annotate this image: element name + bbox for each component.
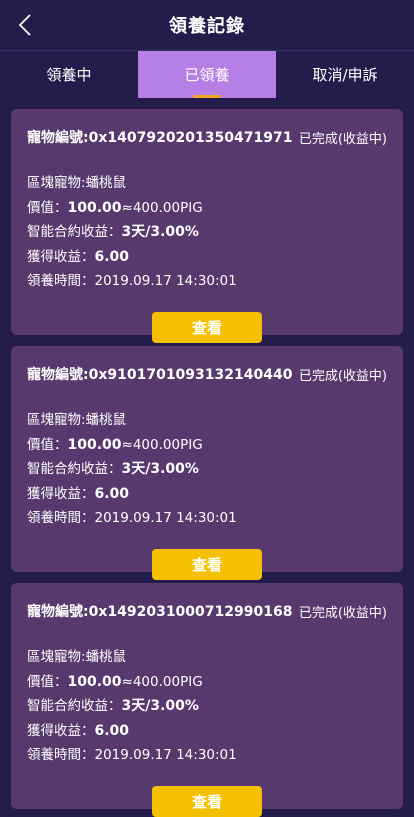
earnings-label: 獲得收益： bbox=[27, 248, 95, 265]
contract-value: 3天/3.00% bbox=[121, 698, 199, 714]
contract-row: 智能合約收益：3天/3.00% bbox=[27, 457, 387, 482]
earnings-value: 6.00 bbox=[94, 722, 130, 739]
view-button[interactable]: 查看 bbox=[152, 785, 262, 817]
page-title: 領養記錄 bbox=[169, 16, 245, 37]
price-value: 100.00 bbox=[67, 199, 122, 216]
record-list: 寵物編號:0x1407920201350471971 已完成(收益中) 區塊寵物… bbox=[0, 98, 414, 817]
earnings-label: 獲得收益： bbox=[27, 485, 95, 502]
adopt-time-label: 領養時間： bbox=[27, 510, 95, 526]
price-label: 價值： bbox=[27, 673, 68, 690]
pet-type-label: 區塊寵物: bbox=[27, 175, 86, 191]
status-badge: 已完成(收益中) bbox=[298, 605, 387, 621]
contract-label: 智能合約收益： bbox=[27, 224, 122, 240]
price-label: 價值： bbox=[27, 199, 68, 216]
pet-type-row: 區塊寵物:蟠桃鼠 bbox=[27, 408, 387, 433]
adopt-time-row: 領養時間：2019.09.17 14:30:01 bbox=[27, 743, 387, 768]
earnings-row: 獲得收益：6.00 bbox=[27, 482, 387, 507]
price-value: 100.00 bbox=[67, 436, 122, 453]
status-badge: 已完成(收益中) bbox=[298, 131, 387, 147]
contract-label: 智能合約收益： bbox=[27, 461, 122, 477]
adopt-time-label: 領養時間： bbox=[27, 273, 95, 289]
back-button[interactable] bbox=[14, 12, 36, 38]
price-conversion: ≈400.00PIG bbox=[121, 199, 203, 216]
contract-value: 3天/3.00% bbox=[121, 461, 199, 477]
tab-adopted[interactable]: 已領養 bbox=[138, 51, 276, 98]
price-row: 價值：100.00≈400.00PIG bbox=[27, 196, 387, 221]
top-bar: 領養記錄 bbox=[0, 0, 414, 50]
adopt-time-value: 2019.09.17 14:30:01 bbox=[94, 273, 237, 289]
pet-type-value: 蟠桃鼠 bbox=[85, 175, 127, 191]
price-row: 價值：100.00≈400.00PIG bbox=[27, 433, 387, 458]
earnings-value: 6.00 bbox=[94, 485, 130, 502]
pet-type-label: 區塊寵物: bbox=[27, 412, 86, 428]
pet-type-label: 區塊寵物: bbox=[27, 649, 86, 665]
pet-id: 寵物編號:0x1407920201350471971 bbox=[27, 130, 293, 146]
adopt-time-row: 領養時間：2019.09.17 14:30:01 bbox=[27, 269, 387, 294]
status-badge: 已完成(收益中) bbox=[298, 368, 387, 384]
chevron-left-icon bbox=[18, 14, 31, 36]
adopt-time-label: 領養時間： bbox=[27, 747, 95, 763]
earnings-row: 獲得收益：6.00 bbox=[27, 245, 387, 270]
record-card: 寵物編號:0x9101701093132140440 已完成(收益中) 區塊寵物… bbox=[11, 346, 403, 580]
earnings-label: 獲得收益： bbox=[27, 722, 95, 739]
tab-bar: 領養中 已領養 取消/申訴 bbox=[0, 50, 414, 98]
price-label: 價值： bbox=[27, 436, 68, 453]
pet-id: 寵物編號:0x1492031000712990168 bbox=[27, 604, 293, 620]
pet-type-row: 區塊寵物:蟠桃鼠 bbox=[27, 645, 387, 670]
contract-value: 3天/3.00% bbox=[121, 224, 199, 240]
tab-adopting[interactable]: 領養中 bbox=[0, 51, 138, 98]
adopt-time-row: 領養時間：2019.09.17 14:30:01 bbox=[27, 506, 387, 531]
pet-type-row: 區塊寵物:蟠桃鼠 bbox=[27, 171, 387, 196]
adopt-time-value: 2019.09.17 14:30:01 bbox=[94, 747, 237, 763]
earnings-row: 獲得收益：6.00 bbox=[27, 719, 387, 744]
record-card: 寵物編號:0x1492031000712990168 已完成(收益中) 區塊寵物… bbox=[11, 583, 403, 817]
price-conversion: ≈400.00PIG bbox=[121, 673, 203, 690]
pet-type-value: 蟠桃鼠 bbox=[85, 412, 127, 428]
tab-cancel-appeal[interactable]: 取消/申訴 bbox=[276, 51, 414, 98]
adopt-time-value: 2019.09.17 14:30:01 bbox=[94, 510, 237, 526]
view-button[interactable]: 查看 bbox=[152, 311, 262, 343]
pet-type-value: 蟠桃鼠 bbox=[85, 649, 127, 665]
contract-label: 智能合約收益： bbox=[27, 698, 122, 714]
price-row: 價值：100.00≈400.00PIG bbox=[27, 670, 387, 695]
view-button[interactable]: 查看 bbox=[152, 548, 262, 580]
contract-row: 智能合約收益：3天/3.00% bbox=[27, 694, 387, 719]
earnings-value: 6.00 bbox=[94, 248, 130, 265]
contract-row: 智能合約收益：3天/3.00% bbox=[27, 220, 387, 245]
price-conversion: ≈400.00PIG bbox=[121, 436, 203, 453]
price-value: 100.00 bbox=[67, 673, 122, 690]
record-card: 寵物編號:0x1407920201350471971 已完成(收益中) 區塊寵物… bbox=[11, 109, 403, 343]
pet-id: 寵物編號:0x9101701093132140440 bbox=[27, 367, 293, 383]
